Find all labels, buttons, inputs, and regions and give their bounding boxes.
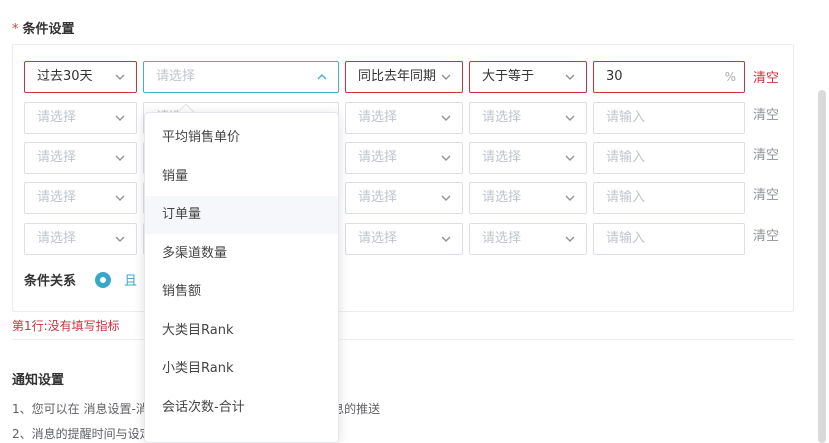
dropdown-option[interactable]: 小类目Rank (145, 350, 338, 388)
chevron-up-icon (316, 71, 328, 83)
chevron-down-icon (114, 71, 126, 83)
chevron-down-icon (564, 71, 576, 83)
condition-settings-title: * 条件设置 (12, 18, 75, 37)
row-4-compare-value: 请选择 (358, 190, 398, 205)
chevron-down-icon (440, 112, 452, 124)
row-2-threshold-value: 请输入 (606, 110, 646, 125)
row-4-compare-select[interactable]: 请选择 (345, 182, 463, 214)
chevron-down-icon (114, 112, 126, 124)
row-3-threshold-input[interactable]: 请输入 (593, 142, 745, 174)
row-4-operator-value: 请选择 (482, 190, 522, 205)
dropdown-option[interactable]: 订单量 (145, 196, 338, 234)
row-5-threshold-value: 请输入 (606, 231, 646, 246)
row-2-period-value: 请选择 (37, 110, 77, 125)
row-1-period-select[interactable]: 过去30天 (24, 61, 137, 93)
row-3-operator-select[interactable]: 请选择 (469, 142, 587, 174)
row-4-clear-button[interactable]: 清空 (753, 184, 779, 203)
row-4-operator-select[interactable]: 请选择 (469, 182, 587, 214)
chevron-down-icon (564, 112, 576, 124)
row-5-clear-button[interactable]: 清空 (753, 225, 779, 244)
row-3-period-select[interactable]: 请选择 (24, 142, 137, 174)
row-1-metric-select[interactable]: 请选择 (143, 61, 339, 93)
condition-settings-label: 条件设置 (22, 22, 75, 37)
row-2-operator-select[interactable]: 请选择 (469, 102, 587, 134)
row-2-threshold-input[interactable]: 请输入 (593, 102, 745, 134)
row-5-period-select[interactable]: 请选择 (24, 223, 137, 255)
row-4-period-value: 请选择 (37, 190, 77, 205)
chevron-down-icon (440, 152, 452, 164)
row-2-period-select[interactable]: 请选择 (24, 102, 137, 134)
chevron-down-icon (564, 233, 576, 245)
relation-and-label[interactable]: 且 (124, 270, 137, 289)
metric-dropdown-menu: 平均销售单价 销量 订单量 多渠道数量 销售额 大类目Rank 小类目Rank 会话次数-合计 (144, 112, 339, 443)
row-3-period-value: 请选择 (37, 150, 77, 165)
row-3-threshold-value: 请输入 (606, 150, 646, 165)
chevron-down-icon (114, 233, 126, 245)
chevron-down-icon (440, 233, 452, 245)
row-3-compare-select[interactable]: 请选择 (345, 142, 463, 174)
dropdown-option[interactable]: 多渠道数量 (145, 235, 338, 273)
row-1-metric-value: 请选择 (156, 69, 196, 84)
row-5-threshold-input[interactable]: 请输入 (593, 223, 745, 255)
divider (12, 339, 794, 340)
row-3-compare-value: 请选择 (358, 150, 398, 165)
row-2-clear-button[interactable]: 清空 (753, 104, 779, 123)
dropdown-option[interactable]: 大类目Rank (145, 312, 338, 350)
chevron-down-icon (564, 192, 576, 204)
row-1-period-value: 过去30天 (37, 69, 93, 84)
row-2-compare-value: 请选择 (358, 110, 398, 125)
row-5-operator-value: 请选择 (482, 231, 522, 246)
row-5-period-value: 请选择 (37, 231, 77, 246)
required-mark: * (12, 22, 19, 37)
row-1-operator-select[interactable]: 大于等于 (469, 61, 587, 93)
row-1-threshold-input[interactable]: 30% (593, 61, 745, 93)
row-4-threshold-value: 请输入 (606, 190, 646, 205)
row-4-period-select[interactable]: 请选择 (24, 182, 137, 214)
chevron-down-icon (440, 71, 452, 83)
chevron-down-icon (564, 152, 576, 164)
row-5-compare-select[interactable]: 请选择 (345, 223, 463, 255)
row-1-compare-select[interactable]: 同比去年同期 (345, 61, 463, 93)
relation-and-radio[interactable] (95, 272, 111, 288)
row-1-operator-value: 大于等于 (482, 69, 535, 84)
dropdown-option[interactable]: 平均销售单价 (145, 119, 338, 157)
row-2-operator-value: 请选择 (482, 110, 522, 125)
dropdown-option[interactable]: 销量 (145, 158, 338, 196)
validation-error: 第1行:没有填写指标 (12, 319, 120, 333)
row-1-compare-value: 同比去年同期 (358, 69, 437, 84)
chevron-down-icon (114, 152, 126, 164)
row-3-clear-button[interactable]: 清空 (753, 144, 779, 163)
row-4-threshold-input[interactable]: 请输入 (593, 182, 745, 214)
chevron-down-icon (440, 192, 452, 204)
row-1-clear-button[interactable]: 清空 (753, 67, 779, 86)
row-1-threshold-value: 30 (606, 69, 623, 84)
row-1-threshold-unit: % (724, 70, 736, 84)
page-scrollbar[interactable] (818, 90, 826, 443)
row-3-operator-value: 请选择 (482, 150, 522, 165)
notice-settings-title: 通知设置 (12, 373, 65, 388)
row-5-compare-value: 请选择 (358, 231, 398, 246)
row-5-operator-select[interactable]: 请选择 (469, 223, 587, 255)
dropdown-option[interactable]: 销售额 (145, 273, 338, 311)
row-2-compare-select[interactable]: 请选择 (345, 102, 463, 134)
condition-relation-label: 条件关系 (24, 274, 77, 289)
chevron-down-icon (114, 192, 126, 204)
dropdown-option[interactable]: 会话次数-合计 (145, 389, 338, 427)
